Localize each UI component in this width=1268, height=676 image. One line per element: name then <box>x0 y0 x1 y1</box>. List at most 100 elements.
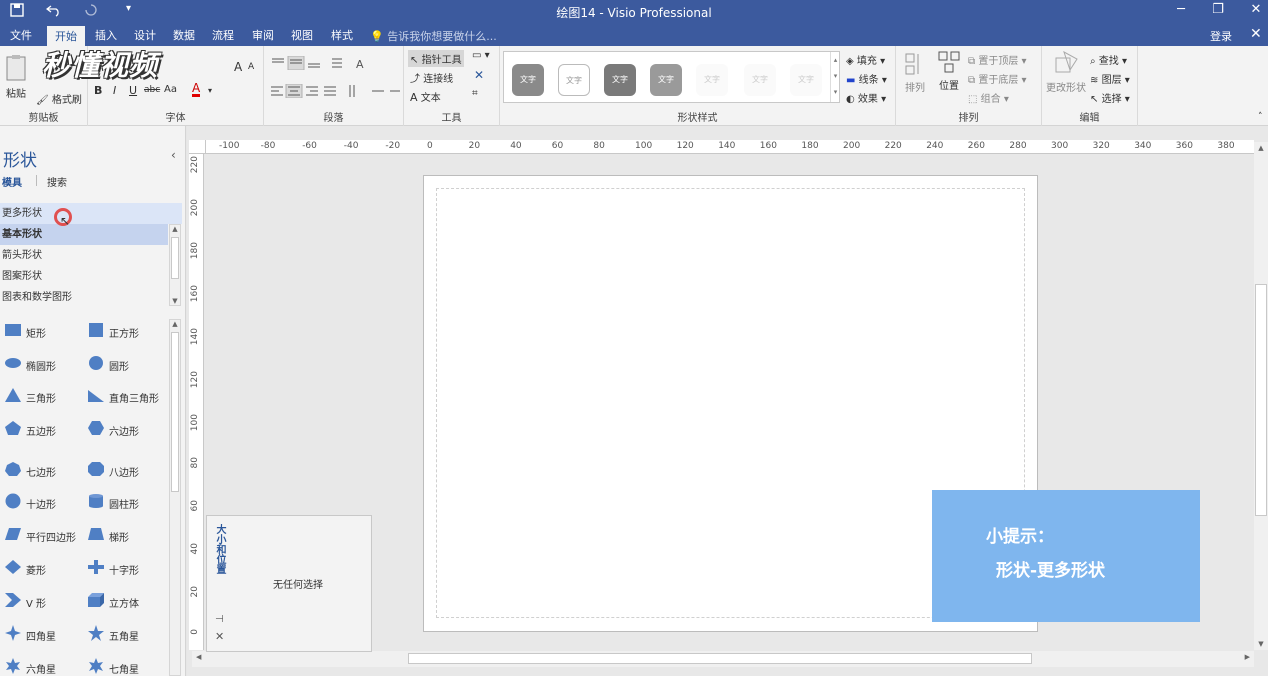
shape-4-point-star[interactable]: 四角星 <box>0 624 82 644</box>
shape-cross[interactable]: 十字形 <box>83 558 165 578</box>
stencil-basic-shapes[interactable]: 基本形状 <box>0 224 168 245</box>
shape-6-point-star[interactable]: 六角星 <box>0 657 82 676</box>
tab-file[interactable]: 文件 <box>10 27 32 43</box>
shape-7-point-star[interactable]: 七角星 <box>83 657 165 676</box>
text-tool-button[interactable]: A 文本 <box>410 89 441 104</box>
shape-right-triangle[interactable]: 直角三角形 <box>83 386 165 406</box>
tab-design[interactable]: 设计 <box>134 27 156 43</box>
tab-insert[interactable]: 插入 <box>95 27 117 43</box>
hscroll-thumb[interactable] <box>408 653 1032 664</box>
shape-rectangle[interactable]: 矩形 <box>0 321 82 341</box>
style-swatch-5[interactable]: 文字 <box>696 64 728 96</box>
select-button[interactable]: ↖ 选择 ▾ <box>1090 90 1130 105</box>
effect-button[interactable]: ◐ 效果 ▾ <box>846 90 886 105</box>
pin-icon[interactable]: ⊣ <box>215 614 224 625</box>
send-to-back-button[interactable]: ⧉ 置于底层 ▾ <box>968 71 1027 86</box>
shape-chevron[interactable]: V 形 <box>0 591 82 611</box>
login-link[interactable]: 登录 <box>1210 28 1232 44</box>
close-panel-icon[interactable]: ✕ <box>215 630 224 643</box>
bold-button[interactable]: B <box>94 84 102 97</box>
tab-view[interactable]: 视图 <box>291 27 313 43</box>
change-case-button[interactable]: Aa <box>164 84 177 95</box>
shape-octagon[interactable]: 八边形 <box>83 460 165 480</box>
shape-5-point-star[interactable]: 五角星 <box>83 624 165 644</box>
fill-button[interactable]: ◈ 填充 ▾ <box>846 52 885 67</box>
hscroll-right-icon[interactable]: ▶ <box>1245 653 1250 661</box>
shape-scroll-thumb[interactable] <box>171 332 179 492</box>
font-color-dropdown-icon[interactable]: ▾ <box>208 86 212 95</box>
style-swatch-4[interactable]: 文字 <box>650 64 682 96</box>
shape-square[interactable]: 正方形 <box>83 321 165 341</box>
strikethrough-button[interactable]: abc <box>144 85 160 95</box>
find-button[interactable]: ⌕ 查找 ▾ <box>1090 52 1127 67</box>
rectangle-tool-button[interactable]: ▭ ▾ <box>472 50 490 61</box>
scroll-thumb[interactable] <box>171 237 179 279</box>
stencil-pattern-shapes[interactable]: 图案形状 <box>0 266 168 287</box>
vertical-scrollbar[interactable]: ▲ ▼ <box>1254 142 1268 650</box>
tell-me-box[interactable]: 💡 告诉我你想要做什么... <box>370 28 497 44</box>
paste-button[interactable]: 粘贴 <box>4 54 28 100</box>
change-shape-button[interactable]: 更改形状 <box>1044 50 1088 94</box>
ribbon-close-icon[interactable]: ✕ <box>1250 26 1262 42</box>
horizontal-scrollbar[interactable]: ◀ ▶ <box>192 651 1254 667</box>
scroll-down-icon[interactable]: ▼ <box>170 297 180 305</box>
bring-to-front-button[interactable]: ⧉ 置于顶层 ▾ <box>968 52 1027 67</box>
vscroll-thumb[interactable] <box>1255 284 1267 516</box>
tab-style[interactable]: 样式 <box>331 27 353 43</box>
vscroll-up-icon[interactable]: ▲ <box>1254 144 1268 152</box>
stencil-more-shapes[interactable]: 更多形状 <box>0 203 182 224</box>
ribbon-collapse-icon[interactable]: ˄ <box>1258 112 1263 122</box>
style-swatch-3[interactable]: 文字 <box>604 64 636 96</box>
shape-parallelogram[interactable]: 平行四边形 <box>0 525 82 545</box>
tab-review[interactable]: 审阅 <box>252 27 274 43</box>
tab-search[interactable]: 搜索 <box>47 174 67 189</box>
shape-decagon[interactable]: 十边形 <box>0 492 82 512</box>
shape-triangle[interactable]: 三角形 <box>0 386 82 406</box>
tab-stencils[interactable]: 模具 <box>2 174 22 189</box>
shape-scroll-up-icon[interactable]: ▲ <box>170 320 180 328</box>
arrange-button[interactable]: 排列 <box>902 52 928 94</box>
crop-tool-icon[interactable]: ⌗ <box>472 88 478 99</box>
shape-cube[interactable]: 立方体 <box>83 591 165 611</box>
align-top-icons[interactable]: A <box>270 56 370 70</box>
shape-hexagon[interactable]: 六边形 <box>83 419 165 439</box>
shape-diamond[interactable]: 菱形 <box>0 558 82 578</box>
scroll-up-icon[interactable]: ▲ <box>170 225 180 233</box>
vscroll-down-icon[interactable]: ▼ <box>1254 640 1268 648</box>
group-button[interactable]: ⬚ 组合 ▾ <box>968 90 1009 105</box>
restore-icon[interactable]: ❐ <box>1203 2 1233 17</box>
style-swatch-2[interactable]: 文字 <box>558 64 590 96</box>
position-button[interactable]: 位置 <box>936 50 962 92</box>
style-swatch-6[interactable]: 文字 <box>744 64 776 96</box>
grow-font-button[interactable]: A <box>234 60 242 74</box>
font-color-button[interactable]: A <box>192 82 201 97</box>
connector-button[interactable]: ⤴ 连接线 <box>410 70 453 85</box>
shape-circle[interactable]: 圆形 <box>83 354 165 374</box>
style-swatch-7[interactable]: 文字 <box>790 64 822 96</box>
stencil-chart-math-shapes[interactable]: 图表和数学图形 <box>0 287 168 308</box>
shape-cylinder[interactable]: 圆柱形 <box>83 492 165 512</box>
italic-button[interactable]: I <box>113 84 116 97</box>
collapse-panel-icon[interactable]: ‹ <box>171 148 176 162</box>
underline-button[interactable]: U <box>129 84 137 97</box>
hscroll-left-icon[interactable]: ◀ <box>196 653 201 661</box>
shrink-font-button[interactable]: A <box>248 62 254 72</box>
close-icon[interactable]: ✕ <box>1241 2 1268 17</box>
shape-trapezoid[interactable]: 梯形 <box>83 525 165 545</box>
layers-button[interactable]: ≋ 图层 ▾ <box>1090 71 1130 86</box>
gallery-scroll[interactable]: ▴ ▾ ▾ <box>830 52 840 102</box>
stencil-list-scrollbar[interactable]: ▲ ▼ <box>169 224 181 306</box>
style-swatch-1[interactable]: 文字 <box>512 64 544 96</box>
format-painter-button[interactable]: 🖌 格式刷 <box>36 91 82 106</box>
line-button[interactable]: ▬ 线条 ▾ <box>846 71 887 86</box>
shape-pentagon[interactable]: 五边形 <box>0 419 82 439</box>
shape-list-scrollbar[interactable]: ▲ <box>169 319 181 676</box>
shape-ellipse[interactable]: 椭圆形 <box>0 354 82 374</box>
tab-process[interactable]: 流程 <box>212 27 234 43</box>
minimize-icon[interactable]: ─ <box>1166 2 1196 17</box>
tab-data[interactable]: 数据 <box>173 27 195 43</box>
pointer-tool-button[interactable]: ↖ 指针工具 <box>408 50 464 67</box>
connection-point-icon[interactable]: ✕ <box>474 68 484 82</box>
paragraph-align-icons[interactable] <box>270 84 402 98</box>
shape-heptagon[interactable]: 七边形 <box>0 460 82 480</box>
